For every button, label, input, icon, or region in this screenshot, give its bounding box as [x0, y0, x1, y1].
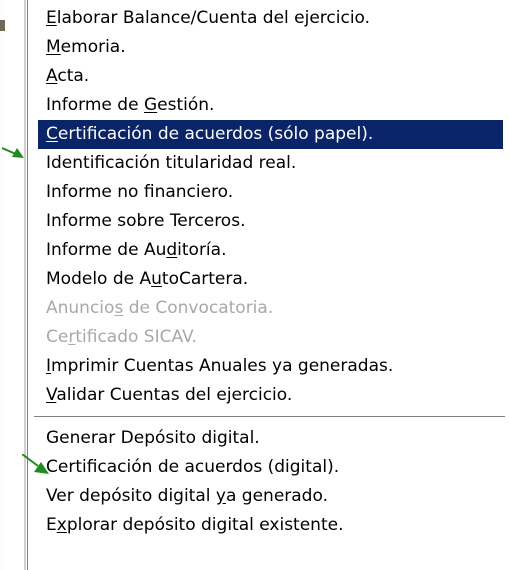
menu-item-accelerator-key: E: [46, 8, 57, 28]
menu-item-informe-no-financiero[interactable]: Informe no financiero.: [26, 178, 509, 207]
menu-item-accelerator-key: G: [143, 95, 158, 115]
menu-item-accelerator-key: x: [56, 515, 67, 535]
menu-item-label-post: a generado.: [225, 486, 328, 506]
menu-items-list: Elaborar Balance/Cuenta del ejercicio. M…: [26, 4, 509, 540]
menu-item-label: Certificación de acuerdos (digital).: [46, 457, 340, 477]
parent-window-fragment: [0, 20, 5, 31]
menu-item-memoria[interactable]: Memoria.: [26, 33, 509, 62]
menu-item-explorar-deposito[interactable]: Explorar depósito digital existente.: [26, 511, 509, 540]
menu-item-accelerator-key: C: [46, 124, 58, 144]
menu-item-label-pre: E: [46, 515, 57, 535]
menu-item-label-pre: Modelo de A: [46, 269, 152, 289]
menu-item-label-post: laborar Balance/Cuenta del ejercicio.: [56, 8, 371, 28]
menu-item-accelerator-key: V: [46, 385, 57, 405]
menu-item-certificacion-digital[interactable]: Certificación de acuerdos (digital).: [26, 453, 509, 482]
menu-item-accelerator-key: y: [215, 486, 226, 506]
menu-item-identificacion-titularidad[interactable]: Identificación titularidad real.: [26, 149, 509, 178]
menu-item-label-pre: Ver depósito digital: [46, 486, 216, 506]
parent-window-edge: [0, 0, 3, 570]
menu-item-label-post: tificado SICAV.: [75, 327, 197, 347]
menu-item-label-post: toCartera.: [161, 269, 249, 289]
menu-item-accelerator-key: M: [46, 37, 61, 57]
menu-item-label-pre: Informe de Au: [46, 240, 167, 260]
menu-item-label-post: cta.: [57, 66, 90, 86]
menu-item-elaborar-balance[interactable]: Elaborar Balance/Cuenta del ejercicio.: [26, 4, 509, 33]
menu-item-certificacion-papel[interactable]: Certificación de acuerdos (sólo papel).: [38, 120, 503, 149]
green-arrow-icon: [22, 454, 49, 474]
menu-item-label-post: de Convocatoria.: [123, 298, 274, 318]
menu-item-label-pre: Informe de: [46, 95, 144, 115]
menu-item-acta[interactable]: Acta.: [26, 62, 509, 91]
menu-item-imprimir-cuentas[interactable]: Imprimir Cuentas Anuales ya generadas.: [26, 352, 509, 381]
menu-item-accelerator-key: d: [166, 240, 178, 260]
menu-item-anuncios-convocatoria: Anuncios de Convocatoria.: [26, 294, 509, 323]
menu-item-generar-deposito[interactable]: Generar Depósito digital.: [26, 424, 509, 453]
menu-item-accelerator-key: u: [151, 269, 162, 289]
menu-item-label: Informe no financiero.: [46, 182, 234, 202]
menu-item-label: Identificación titularidad real.: [46, 153, 297, 173]
menu-item-label-post: alidar Cuentas del ejercicio.: [56, 385, 293, 405]
menu-item-accelerator-key: s: [114, 298, 124, 318]
menu-item-label-post: itoría.: [177, 240, 227, 260]
menu-item-label-post: plorar depósito digital existente.: [66, 515, 344, 535]
menu-item-certificado-sicav: Certificado SICAV.: [26, 323, 509, 352]
green-arrow-icon: [2, 147, 24, 158]
screenshot-page: Elaborar Balance/Cuenta del ejercicio. M…: [0, 0, 509, 570]
menu-item-validar-cuentas[interactable]: Validar Cuentas del ejercicio.: [26, 381, 509, 410]
menu-item-informe-gestion[interactable]: Informe de Gestión.: [26, 91, 509, 120]
menu-item-informe-auditoria[interactable]: Informe de Auditoría.: [26, 236, 509, 265]
menu-item-label-post: emoria.: [60, 37, 126, 57]
menu-item-label-post: mprimir Cuentas Anuales ya generadas.: [51, 356, 394, 376]
menu-item-informe-terceros[interactable]: Informe sobre Terceros.: [26, 207, 509, 236]
menu-item-modelo-autocartera[interactable]: Modelo de AutoCartera.: [26, 265, 509, 294]
menu-item-label-post: ertificación de acuerdos (sólo papel).: [57, 124, 374, 144]
menu-item-label-pre: Anuncio: [46, 298, 115, 318]
menu-item-ver-deposito[interactable]: Ver depósito digital ya generado.: [26, 482, 509, 511]
menu-item-label: Generar Depósito digital.: [46, 428, 260, 448]
menu-item-accelerator-key: A: [46, 66, 58, 86]
menu-separator: [26, 410, 509, 424]
menu-item-label: Informe sobre Terceros.: [46, 211, 246, 231]
menu-item-label-post: estión.: [157, 95, 215, 115]
menu-item-label-pre: Ce: [46, 327, 69, 347]
context-menu: Elaborar Balance/Cuenta del ejercicio. M…: [24, 0, 509, 570]
